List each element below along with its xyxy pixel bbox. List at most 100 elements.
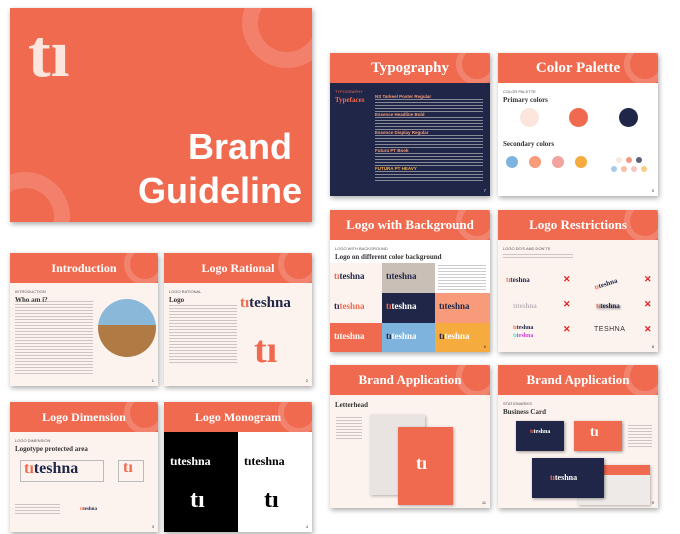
page-number: 6: [483, 344, 486, 349]
logo-wordmark: teshna: [177, 454, 211, 468]
black-panel: [164, 432, 238, 532]
swatch-blue: [506, 156, 518, 168]
swatch-navy: [619, 108, 638, 127]
card-navy: [516, 421, 564, 451]
page-title: Logo with Background: [330, 210, 490, 240]
logo-wordmark: teshna: [391, 331, 417, 341]
logo-wordmark: teshna: [33, 460, 79, 477]
logo-caps-wrong-font: TESHNA: [594, 326, 626, 333]
logo-wordmark: teshna: [600, 302, 620, 310]
logo-wordmark: teshna: [444, 331, 470, 341]
cross-icon: ✕: [644, 324, 652, 334]
logo-dimension-page: Logo Dimension Logo dimension Logotype p…: [10, 402, 158, 532]
cross-icon: ✕: [644, 274, 652, 284]
section-subtitle: Logotype protected area: [15, 445, 88, 453]
swirl-decoration: [242, 8, 312, 68]
monogram: tı: [590, 425, 599, 440]
section-label: Stationaries: [503, 401, 532, 406]
body-text: [15, 301, 93, 376]
page-title: Logo Rational: [164, 253, 312, 283]
page-title: Introduction: [10, 253, 158, 283]
logo-wordmark: teshna: [517, 302, 537, 310]
monogram-large: tı: [254, 329, 278, 371]
page-number: 1: [151, 378, 154, 383]
business-card-page: Brand Application Stationaries Business …: [498, 365, 658, 508]
page-title: Logo Monogram: [164, 402, 312, 432]
logo-wordmark: teshna: [516, 325, 534, 331]
swatch-orange: [575, 156, 587, 168]
logo-mark: tı: [240, 295, 250, 311]
swatch-small: [621, 166, 627, 172]
logo-mark: tı: [24, 460, 34, 477]
swatch-small: [636, 157, 642, 163]
page-title: Logo Restrictions: [498, 210, 658, 240]
swatch-small: [611, 166, 617, 172]
swatch-coral: [569, 108, 588, 127]
logo-wordmark: teshna: [339, 331, 365, 341]
page-number: 11: [481, 500, 486, 505]
page-number: 5: [651, 188, 654, 193]
body-text: [438, 265, 486, 291]
logo-wordmark: teshna: [83, 507, 97, 512]
logo-wordmark: teshna: [391, 301, 417, 311]
swatch-cream: [520, 108, 539, 127]
section-subtitle: Logo on different color background: [335, 253, 442, 261]
logo-wordmark: teshna: [249, 295, 291, 311]
logo-monogram-page: Logo Monogram tıteshna tı tıteshna tı 4: [164, 402, 312, 532]
logo-wordmark: teshna: [391, 271, 417, 281]
section-label: Logo with background: [335, 246, 388, 251]
cross-icon: ✕: [563, 274, 571, 284]
cross-icon: ✕: [644, 299, 652, 309]
body-text: [15, 504, 60, 514]
cover-title-line2: Guideline: [137, 170, 302, 211]
body-text: [169, 305, 237, 365]
logo-rational-page: Logo Rational Logo rational Logo tıteshn…: [164, 253, 312, 386]
page-number: 9: [651, 500, 654, 505]
monogram-white: tı: [190, 487, 205, 513]
logo-wordmark: teshna: [339, 271, 365, 281]
body-text: [628, 425, 652, 447]
logo-wordmark: teshna: [444, 301, 470, 311]
logo-background-page: Logo with Background Logo with backgroun…: [330, 210, 490, 352]
logo-wordmark: teshna: [554, 473, 578, 482]
body-text: [336, 417, 362, 439]
cover-page: tı Brand Guideline: [10, 8, 312, 222]
swatch-small: [631, 166, 637, 172]
section-label: Color Palette: [503, 89, 536, 94]
swatch-pink: [552, 156, 564, 168]
logo-wordmark: teshna: [533, 429, 551, 435]
logo-restrictions-page: Logo Restrictions Logo do's and don'ts t…: [498, 210, 658, 352]
body-text: [503, 254, 573, 259]
typography-page: Typography Typography Typefaces NS Tarke…: [330, 53, 490, 196]
swatch-peach: [529, 156, 541, 168]
swatch-small: [626, 157, 632, 163]
cover-title-line1: Brand: [187, 126, 292, 167]
profile-photo: [98, 299, 156, 357]
section-label: Logo do's and don'ts: [503, 246, 551, 251]
page-title: Color Palette: [498, 53, 658, 83]
section-subtitle: Letterhead: [335, 401, 369, 409]
secondary-colors-heading: Secondary colors: [503, 140, 555, 148]
logo-wordmark: teshna: [516, 333, 534, 339]
page-number: 8: [651, 344, 654, 349]
swirl-decoration: [10, 172, 70, 222]
monogram: tı: [416, 453, 427, 473]
introduction-page: Introduction Introduction Who am i? 1: [10, 253, 158, 386]
logo-wordmark: teshna: [339, 301, 365, 311]
logo-wordmark: teshna: [510, 276, 530, 284]
swatch-small: [616, 157, 622, 163]
section-label: Introduction: [15, 289, 46, 294]
page-title: Typography: [330, 53, 490, 83]
page-title: Logo Dimension: [10, 402, 158, 432]
page-number: 3: [151, 524, 154, 529]
section-label: Logo rational: [169, 289, 202, 294]
primary-colors-heading: Primary colors: [503, 96, 548, 104]
page-number: 2: [305, 378, 308, 383]
logo-wordmark: teshna: [251, 454, 285, 468]
monogram-logo: tı: [28, 15, 70, 91]
logo-wordmark: teshna: [597, 276, 619, 291]
page-number: 4: [305, 524, 308, 529]
cross-icon: ✕: [563, 324, 571, 334]
page-title: Brand Application: [498, 365, 658, 395]
color-palette-page: Color Palette Color Palette Primary colo…: [498, 53, 658, 196]
